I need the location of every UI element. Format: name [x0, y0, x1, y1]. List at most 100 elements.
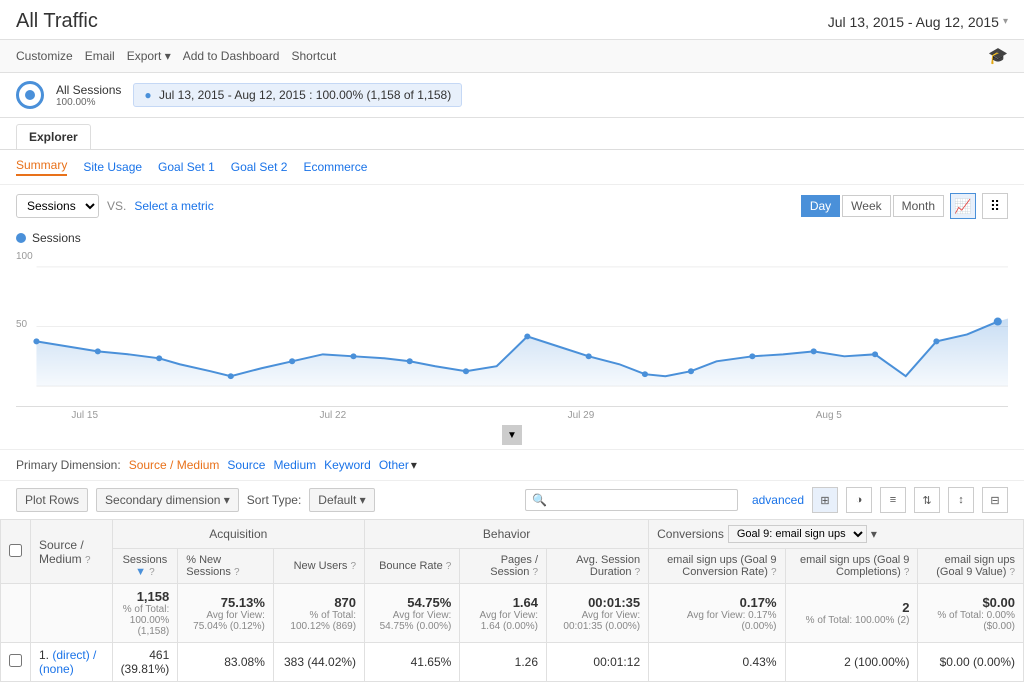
dim-source[interactable]: Source — [227, 458, 265, 472]
subnav-goal-set-2[interactable]: Goal Set 2 — [231, 160, 288, 174]
th-pages-session[interactable]: Pages / Session ? — [460, 549, 547, 584]
table-view-bar-icon[interactable]: ≡ — [880, 487, 906, 513]
row1-bounce-cell: 41.65% — [365, 643, 460, 682]
default-sort-button[interactable]: Default — [309, 488, 374, 512]
total-bounce: 54.75% — [373, 595, 451, 610]
th-bounce-rate[interactable]: Bounce Rate ? — [365, 549, 460, 584]
search-input[interactable] — [551, 493, 731, 507]
th-email-value[interactable]: email sign ups (Goal 9 Value) ? — [918, 549, 1024, 584]
th-avg-session[interactable]: Avg. Session Duration ? — [547, 549, 649, 584]
explorer-tab[interactable]: Explorer — [16, 124, 91, 149]
scatter-chart-button[interactable]: ⠿ — [982, 193, 1008, 219]
week-button[interactable]: Week — [842, 195, 890, 217]
month-button[interactable]: Month — [893, 195, 944, 217]
total-conv-rate: 0.17% — [657, 595, 776, 610]
advanced-link[interactable]: advanced — [752, 493, 804, 507]
total-value-cell: $0.00 % of Total: 0.00% ($0.00) — [918, 584, 1024, 643]
total-new-sessions-sub: Avg for View: 75.04% (0.12%) — [186, 610, 265, 632]
total-completions: 2 — [794, 600, 910, 615]
dim-source-medium[interactable]: Source / Medium — [129, 458, 220, 472]
table-view-pivot-icon[interactable]: ↕ — [948, 487, 974, 513]
segment-circle — [16, 81, 44, 109]
totals-row: 1,158 % of Total: 100.00% (1,158) 75.13%… — [1, 584, 1024, 643]
segment-inner-dot — [25, 90, 35, 100]
new-sessions-help[interactable]: ? — [234, 567, 240, 578]
chart-controls: Sessions VS. Select a metric Day Week Mo… — [0, 185, 1024, 227]
th-email-completions[interactable]: email sign ups (Goal 9 Completions) ? — [785, 549, 918, 584]
pages-help[interactable]: ? — [532, 567, 538, 578]
total-bounce-sub: Avg for View: 54.75% (0.00%) — [373, 610, 451, 632]
export-button[interactable]: Export — [127, 49, 171, 63]
chart-scroll-down[interactable]: ▼ — [502, 425, 522, 445]
explorer-tab-bar: Explorer — [0, 118, 1024, 150]
goal-dropdown-arrow: ▾ — [871, 527, 877, 541]
row1-value-cell: $0.00 (0.00%) — [918, 643, 1024, 682]
goal-select[interactable]: Goal 9: email sign ups — [728, 525, 867, 543]
date-range-display[interactable]: Jul 13, 2015 - Aug 12, 2015 ▾ — [828, 14, 1008, 30]
graduation-icon: 🎓 — [988, 48, 1008, 65]
email-val-help[interactable]: ? — [1009, 567, 1015, 578]
sessions-help[interactable]: ? — [149, 567, 155, 578]
x-axis-labels: Jul 15 Jul 22 Jul 29 Aug 5 — [16, 407, 1008, 425]
shortcut-button[interactable]: Shortcut — [291, 49, 336, 63]
subnav-site-usage[interactable]: Site Usage — [83, 160, 142, 174]
total-sessions: 1,158 — [121, 589, 170, 604]
subnav-goal-set-1[interactable]: Goal Set 1 — [158, 160, 215, 174]
select-all-checkbox[interactable] — [9, 544, 22, 557]
email-conv-help[interactable]: ? — [771, 567, 777, 578]
total-new-users-cell: 870 % of Total: 100.12% (869) — [273, 584, 364, 643]
total-checkbox-cell — [1, 584, 31, 643]
subnav-ecommerce[interactable]: Ecommerce — [303, 160, 367, 174]
th-new-users[interactable]: New Users ? — [273, 549, 364, 584]
subnav-summary[interactable]: Summary — [16, 158, 67, 176]
day-button[interactable]: Day — [801, 195, 840, 217]
total-new-sessions-cell: 75.13% Avg for View: 75.04% (0.12%) — [178, 584, 274, 643]
dim-medium[interactable]: Medium — [273, 458, 316, 472]
line-chart-button[interactable]: 📈 — [950, 193, 976, 219]
total-duration-sub: Avg for View: 00:01:35 (0.00%) — [555, 610, 640, 632]
avg-session-help[interactable]: ? — [635, 567, 641, 578]
chart-wrapper: 100 50 — [16, 247, 1008, 407]
total-bounce-cell: 54.75% Avg for View: 54.75% (0.00%) — [365, 584, 460, 643]
add-to-dashboard-button[interactable]: Add to Dashboard — [183, 49, 280, 63]
email-button[interactable]: Email — [85, 49, 115, 63]
table-actions: Plot Rows Secondary dimension Sort Type:… — [0, 481, 1024, 519]
table-view-pie-icon[interactable]: ◑ — [846, 487, 872, 513]
dim-other[interactable]: Other — [379, 458, 409, 472]
bounce-help[interactable]: ? — [446, 561, 452, 572]
th-email-conversion[interactable]: email sign ups (Goal 9 Conversion Rate) … — [649, 549, 785, 584]
chart-svg — [16, 247, 1008, 406]
new-users-help[interactable]: ? — [350, 561, 356, 572]
row1-checkbox[interactable] — [9, 654, 22, 667]
th-checkbox[interactable] — [1, 520, 31, 584]
select-metric-link[interactable]: Select a metric — [134, 199, 213, 213]
dim-other-container: Other ▾ — [379, 458, 417, 472]
metric-select[interactable]: Sessions — [16, 194, 99, 218]
dim-other-arrow: ▾ — [411, 458, 417, 472]
plot-rows-button[interactable]: Plot Rows — [16, 488, 88, 512]
secondary-dimension-button[interactable]: Secondary dimension — [96, 488, 239, 512]
table-view-scatter-icon[interactable]: ⇅ — [914, 487, 940, 513]
table-view-data-icon[interactable]: ⊞ — [812, 487, 838, 513]
primary-dim-label: Primary Dimension: — [16, 458, 121, 472]
row1-checkbox-cell[interactable] — [1, 643, 31, 682]
source-help-icon[interactable]: ? — [85, 555, 91, 566]
th-new-sessions[interactable]: % New Sessions ? — [178, 549, 274, 584]
email-comp-help[interactable]: ? — [904, 567, 910, 578]
pill-date: Jul 13, 2015 - Aug 12, 2015 — [159, 88, 306, 102]
total-pages-sub: Avg for View: 1.64 (0.00%) — [468, 610, 538, 632]
customize-button[interactable]: Customize — [16, 49, 73, 63]
th-sessions[interactable]: Sessions ▼ ? — [112, 549, 178, 584]
total-value: $0.00 — [926, 595, 1015, 610]
x-label-jul15: Jul 15 — [71, 410, 98, 421]
total-duration-cell: 00:01:35 Avg for View: 00:01:35 (0.00%) — [547, 584, 649, 643]
total-conv-rate-cell: 0.17% Avg for View: 0.17% (0.00%) — [649, 584, 785, 643]
total-conv-rate-sub: Avg for View: 0.17% (0.00%) — [657, 610, 776, 632]
table-view-custom-icon[interactable]: ⊟ — [982, 487, 1008, 513]
total-new-users-sub: % of Total: 100.12% (869) — [282, 610, 356, 632]
dim-keyword[interactable]: Keyword — [324, 458, 371, 472]
chart-scroll-area: ▼ — [16, 425, 1008, 445]
toolbar: Customize Email Export Add to Dashboard … — [0, 40, 1024, 73]
primary-dimension-bar: Primary Dimension: Source / Medium Sourc… — [0, 449, 1024, 481]
sort-type-label: Sort Type: — [247, 493, 301, 507]
